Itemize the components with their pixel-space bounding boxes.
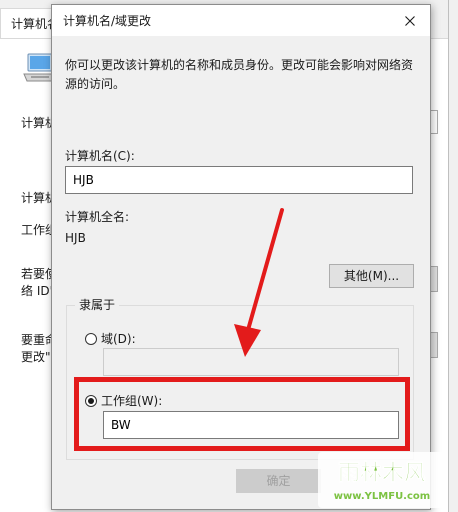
domain-input[interactable]	[103, 348, 399, 376]
screen: 计算机名 计算机 计算机 工作组 若要使 络 ID" 要重命 更改"。 计算机名…	[0, 0, 458, 512]
close-icon	[405, 15, 415, 26]
domain-radio-button[interactable]	[85, 332, 97, 345]
workgroup-radio-button[interactable]	[85, 394, 97, 407]
workgroup-radio-label: 工作组(W):	[101, 394, 163, 408]
dialog-description: 你可以更改该计算机的名称和成员身份。更改可能会影响对网络资源的访问。	[65, 58, 414, 91]
other-button[interactable]: 其他(M)...	[329, 264, 414, 288]
bg-line: 络 ID"	[21, 284, 56, 298]
member-of-group: 隶属于 域(D): 工作组(W): BW	[66, 297, 414, 460]
dialog-content: 你可以更改该计算机的名称和成员身份。更改可能会影响对网络资源的访问。 计算机名(…	[52, 36, 430, 509]
computer-name-input[interactable]: HJB	[65, 166, 413, 194]
dialog-titlebar[interactable]: 计算机名/域更改	[52, 5, 430, 36]
domain-radio-label: 域(D):	[101, 332, 136, 346]
domain-radio[interactable]: 域(D):	[85, 330, 136, 347]
member-of-legend: 隶属于	[75, 297, 120, 313]
computer-name-label: 计算机名(C):	[65, 149, 135, 163]
workgroup-input[interactable]: BW	[103, 411, 399, 439]
ok-button[interactable]: 确定	[236, 469, 321, 493]
computer-name-dialog: 计算机名/域更改 你可以更改该计算机的名称和成员身份。更改可能会影响对网络资源的…	[51, 4, 431, 510]
full-name-value: HJB	[65, 231, 86, 245]
workgroup-radio[interactable]: 工作组(W):	[85, 392, 162, 409]
close-button[interactable]	[390, 5, 430, 36]
dialog-title: 计算机名/域更改	[63, 14, 152, 28]
full-name-label: 计算机全名:	[65, 210, 130, 224]
